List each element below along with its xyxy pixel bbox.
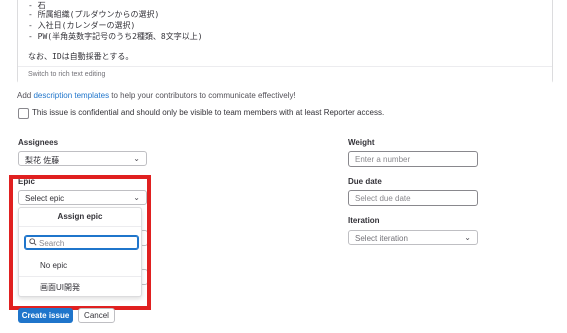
assignees-label: Assignees [18, 138, 59, 147]
description-editor[interactable]: - 石 - 所属組織(プルダウンからの選択) - 入社日(カレンダーの選択) -… [17, 0, 553, 84]
confidential-checkbox[interactable] [18, 108, 29, 119]
switch-rich-text-link[interactable]: Switch to rich text editing [28, 71, 105, 78]
weight-label: Weight [348, 138, 375, 147]
description-templates-help: Add description templates to help your c… [17, 91, 296, 100]
editor-line: なお、IDは自動採番とする。 [28, 52, 134, 61]
description-textarea[interactable]: - 石 - 所属組織(プルダウンからの選択) - 入社日(カレンダーの選択) -… [28, 0, 542, 64]
due-date-input[interactable]: Select due date [348, 190, 478, 206]
chevron-down-icon: ⌄ [133, 154, 140, 163]
iteration-value: Select iteration [355, 234, 408, 243]
editor-footer: Switch to rich text editing [18, 66, 552, 84]
iteration-dropdown[interactable]: Select iteration ⌄ [348, 230, 478, 245]
weight-input[interactable]: Enter a number [348, 151, 478, 167]
cancel-button[interactable]: Cancel [78, 308, 115, 323]
assignees-dropdown[interactable]: 梨花 佐藤 ⌄ [18, 151, 147, 166]
assignees-value: 梨花 佐藤 [25, 156, 60, 165]
weight-placeholder: Enter a number [355, 155, 411, 164]
editor-line: - 入社日(カレンダーの選択) [28, 21, 136, 30]
create-issue-button[interactable]: Create issue [18, 308, 73, 323]
help-suffix: to help your contributors to communicate… [109, 91, 296, 100]
due-date-label: Due date [348, 177, 382, 186]
confidential-label: This issue is confidential and should on… [32, 108, 385, 117]
chevron-down-icon: ⌄ [464, 233, 471, 242]
iteration-label: Iteration [348, 216, 380, 225]
highlight-box [9, 175, 151, 310]
editor-line: - PW(半角英数字記号のうち2種類、8文字以上) [28, 32, 203, 41]
editor-line: - 所属組織(プルダウンからの選択) [28, 10, 160, 19]
help-prefix: Add [17, 91, 34, 100]
description-templates-link[interactable]: description templates [33, 91, 109, 100]
due-date-placeholder: Select due date [355, 194, 411, 203]
